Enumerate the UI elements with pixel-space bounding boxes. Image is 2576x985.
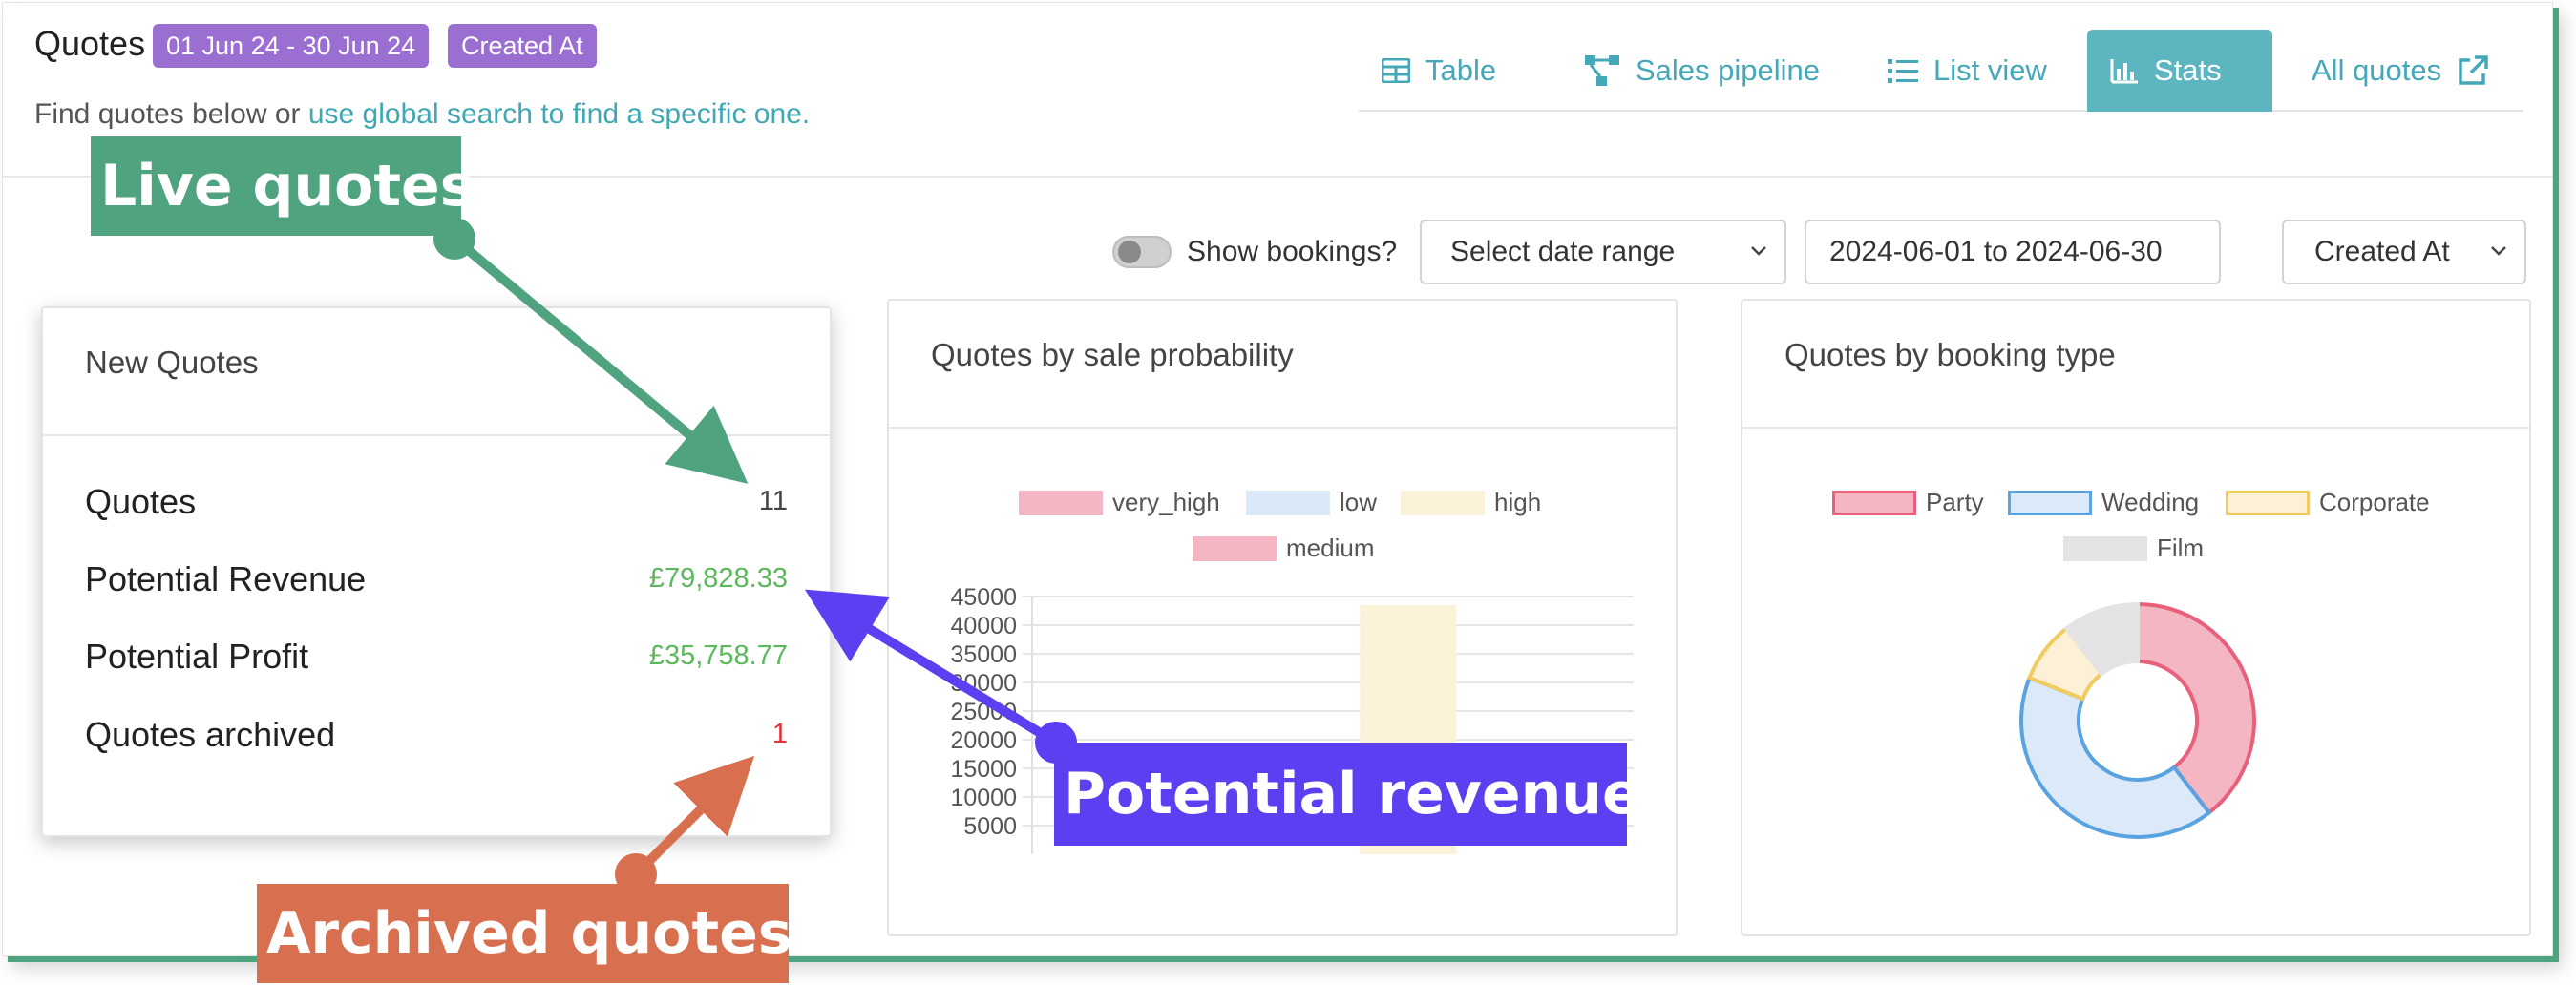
list-icon xyxy=(1888,59,1918,83)
stat-potential-revenue: Potential Revenue £79,828.33 xyxy=(85,559,788,599)
legend-label: Party xyxy=(1926,488,1984,516)
new-quotes-title: New Quotes xyxy=(43,308,830,436)
booking-type-donut-chart xyxy=(2019,601,2256,839)
date-field-select[interactable]: Created At xyxy=(2282,220,2526,284)
date-range-select-value: Select date range xyxy=(1450,236,1676,267)
y-tick-label: 30000 xyxy=(950,670,1017,697)
callout-live-quotes: Live quotes xyxy=(91,136,474,236)
stat-value: £79,828.33 xyxy=(648,563,788,594)
stat-label: Quotes archived xyxy=(85,715,336,754)
toggle-knob xyxy=(1118,241,1141,263)
legend-swatch xyxy=(2008,490,2092,515)
date-field-badge: Created At xyxy=(448,24,597,68)
legend-label: high xyxy=(1494,488,1542,516)
date-range-select[interactable]: Select date range xyxy=(1420,220,1786,284)
stat-quotes: Quotes 11 xyxy=(85,482,788,522)
stat-quotes-archived: Quotes archived 1 xyxy=(85,715,788,755)
date-range-badge: 01 Jun 24 - 30 Jun 24 xyxy=(153,24,430,68)
tab-sales-pipeline[interactable]: Sales pipeline xyxy=(1561,30,1843,112)
tab-stats[interactable]: Stats xyxy=(2087,30,2272,112)
chevron-down-icon xyxy=(2491,246,2506,256)
y-tick-label: 10000 xyxy=(950,785,1017,811)
date-range-field-value: 2024-06-01 to 2024-06-30 xyxy=(1829,236,2163,267)
tab-stats-label: Stats xyxy=(2154,53,2222,87)
stat-value: 1 xyxy=(771,719,788,749)
page-title: Quotes xyxy=(34,24,146,63)
table-icon xyxy=(1382,58,1410,83)
external-link-icon xyxy=(2459,55,2488,85)
all-quotes-label: All quotes xyxy=(2312,53,2442,87)
new-quotes-card: New Quotes Quotes 11 Potential Revenue £… xyxy=(41,306,832,837)
stat-label: Potential Profit xyxy=(85,637,309,676)
legend-swatch xyxy=(2226,490,2310,515)
sale-probability-bar-chart: 4500040000350003000025000200001500010000… xyxy=(950,584,1634,854)
y-tick-label: 40000 xyxy=(950,613,1017,639)
legend-label: Corporate xyxy=(2319,488,2430,516)
date-field-select-value: Created At xyxy=(2314,236,2450,267)
bar-chart-icon xyxy=(2110,59,2138,84)
tab-table[interactable]: Table xyxy=(1359,30,1519,112)
legend-swatch xyxy=(1019,490,1103,515)
callout-potential-revenue: Potential revenue xyxy=(1054,743,1641,846)
chevron-down-icon xyxy=(1751,246,1766,256)
y-tick-label: 20000 xyxy=(950,727,1017,754)
y-tick-label: 35000 xyxy=(950,641,1017,668)
legend-swatch xyxy=(2063,535,2147,561)
legend-label: Film xyxy=(2157,534,2205,562)
legend-item-film[interactable]: Film xyxy=(2063,534,2204,563)
tab-sales-pipeline-label: Sales pipeline xyxy=(1636,53,1821,87)
legend-label: Wedding xyxy=(2101,488,2200,516)
global-search-link[interactable]: use global search to find a specific one… xyxy=(308,98,810,130)
legend-item-low[interactable]: low xyxy=(1246,488,1377,517)
legend-label: very_high xyxy=(1112,488,1220,516)
view-tabs: Table Sales pipeline List view Stats All… xyxy=(1359,30,2523,112)
date-range-field[interactable]: 2024-06-01 to 2024-06-30 xyxy=(1805,220,2221,284)
show-bookings-toggle[interactable] xyxy=(1112,236,1172,268)
stat-label: Quotes xyxy=(85,482,197,521)
legend-item-very-high[interactable]: very_high xyxy=(1019,488,1220,517)
all-quotes-link[interactable]: All quotes xyxy=(2289,30,2512,112)
page-subtitle: Find quotes below or use global search t… xyxy=(34,98,810,131)
callout-archived-quotes: Archived quotes xyxy=(257,884,792,983)
legend-item-high[interactable]: high xyxy=(1401,488,1541,517)
legend-item-wedding[interactable]: Wedding xyxy=(2008,488,2199,517)
legend-swatch xyxy=(1832,490,1916,515)
show-bookings-label: Show bookings? xyxy=(1187,236,1398,267)
stat-label: Potential Revenue xyxy=(85,559,367,598)
sale-probability-title: Quotes by sale probability xyxy=(889,301,1676,429)
booking-type-title: Quotes by booking type xyxy=(1742,301,2529,429)
pipeline-icon xyxy=(1585,55,1619,86)
stat-value: 11 xyxy=(758,486,788,516)
legend-swatch xyxy=(1246,490,1330,515)
legend-swatch xyxy=(1401,490,1485,515)
stat-potential-profit: Potential Profit £35,758.77 xyxy=(85,637,788,677)
y-tick-label: 45000 xyxy=(950,584,1017,611)
slice-wedding[interactable] xyxy=(2019,675,2212,839)
subtitle-text: Find quotes below or xyxy=(34,98,308,130)
legend-item-party[interactable]: Party xyxy=(1832,488,1984,517)
stat-value: £35,758.77 xyxy=(648,640,788,671)
tab-list-view[interactable]: List view xyxy=(1865,30,2070,112)
y-tick-label: 15000 xyxy=(950,756,1017,783)
legend-label: low xyxy=(1340,488,1378,516)
y-tick-label: 5000 xyxy=(963,813,1017,840)
legend-item-corporate[interactable]: Corporate xyxy=(2226,488,2430,517)
booking-type-card: Quotes by booking type Party Wedding Cor… xyxy=(1741,299,2531,936)
legend-swatch xyxy=(1193,535,1277,561)
tab-list-view-label: List view xyxy=(1933,53,2047,87)
y-tick-label: 25000 xyxy=(950,699,1017,725)
tab-table-label: Table xyxy=(1425,53,1497,87)
